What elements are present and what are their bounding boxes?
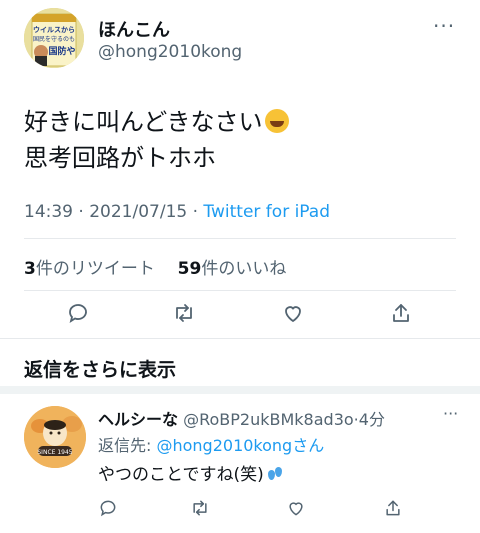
reply-icon[interactable]	[62, 297, 94, 329]
like-heart-icon[interactable]	[282, 494, 310, 522]
show-more-replies-link[interactable]: 返信をさらに表示	[24, 355, 176, 382]
reply-icon[interactable]	[94, 494, 122, 522]
divider	[0, 338, 480, 339]
reply-display-name[interactable]: ヘルシーな	[98, 410, 178, 429]
display-name[interactable]: ほんこん	[98, 16, 170, 42]
tweet-metadata: 14:39 · 2021/07/15 · Twitter for iPad	[24, 202, 330, 222]
replying-to: 返信先: @hong2010kongさん	[98, 432, 324, 456]
meta-separator: ·	[192, 202, 199, 222]
reply-actions	[0, 494, 480, 522]
tweet-source[interactable]: Twitter for iPad	[203, 202, 330, 222]
retweet-count-link[interactable]: 3件のリツイート	[24, 259, 155, 279]
book-title-line2: 国民を守るのも	[33, 35, 75, 43]
section-band	[0, 386, 480, 394]
tweet-text-line2: 思考回路がトホホ	[24, 144, 216, 172]
more-options-icon[interactable]: ···	[433, 14, 455, 38]
tweet-actions	[0, 297, 480, 333]
retweet-icon[interactable]	[168, 297, 200, 329]
reply-avatar[interactable]: SINCE 1945	[24, 406, 86, 468]
tweet-text-line1: 好きに叫んどきなさい	[24, 104, 289, 140]
avatar[interactable]: ウイルスから 国民を守るのも 国防や	[24, 8, 84, 68]
divider	[24, 238, 456, 239]
avatar-badge-text: SINCE 1945	[37, 449, 72, 456]
main-tweet: ウイルスから 国民を守るのも 国防や ほんこん @hong2010kong ··…	[0, 0, 480, 338]
tweet-text: 好きに叫んどきなさい 思考回路がトホホ	[24, 104, 289, 176]
reply-handle[interactable]: @RoBP2ukBMk8ad3o	[183, 410, 354, 429]
user-handle[interactable]: @hong2010kong	[98, 42, 242, 62]
sweat-droplets-emoji-icon	[266, 466, 282, 482]
replying-to-prefix: 返信先:	[98, 436, 157, 455]
engagement-counts: 3件のリツイート 59件のいいね	[24, 254, 286, 279]
tweet-time[interactable]: 14:39	[24, 202, 73, 222]
replying-to-handle[interactable]: @hong2010kong	[156, 436, 292, 455]
tweet-date[interactable]: 2021/07/15	[89, 202, 187, 222]
reply-avatar-image: SINCE 1945	[24, 406, 86, 468]
share-icon[interactable]	[379, 494, 407, 522]
divider	[24, 290, 456, 291]
reply-header: ヘルシーな @RoBP2ukBMk8ad3o·4分	[98, 406, 385, 430]
reply-text: やつのことですね(笑)	[98, 460, 282, 485]
meta-separator: ·	[78, 202, 84, 222]
like-count-link[interactable]: 59件のいいね	[178, 259, 287, 279]
book-title-line1: ウイルスから	[33, 25, 75, 34]
reply-tweet[interactable]: SINCE 1945 ヘルシーな @RoBP2ukBMk8ad3o·4分 ···…	[0, 394, 480, 533]
replying-to-suffix: さん	[292, 436, 325, 455]
retweet-icon[interactable]	[186, 494, 214, 522]
like-heart-icon[interactable]	[277, 297, 309, 329]
reply-time[interactable]: 4分	[359, 410, 385, 429]
reply-more-options-icon[interactable]: ···	[443, 404, 458, 423]
share-icon[interactable]	[385, 297, 417, 329]
rolling-laughing-emoji-icon	[264, 109, 289, 133]
book-cover-image: ウイルスから 国民を守るのも 国防や	[24, 8, 84, 68]
book-title-line3: 国防や	[48, 45, 75, 57]
